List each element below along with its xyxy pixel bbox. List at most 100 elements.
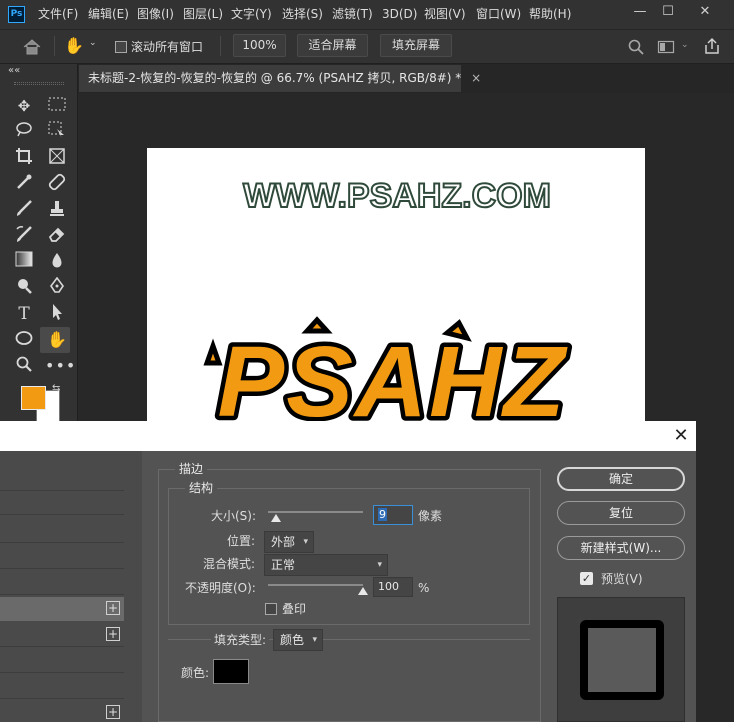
hand-tool-icon[interactable]: ✋ [45, 329, 69, 351]
chevron-down-icon[interactable]: ⌄ [681, 40, 689, 50]
list-item[interactable] [0, 649, 124, 673]
home-icon[interactable] [22, 38, 42, 56]
marquee-tool-icon[interactable] [45, 95, 69, 117]
menu-view[interactable]: 视图(V) [424, 0, 466, 29]
list-item[interactable] [0, 491, 124, 515]
document-canvas[interactable]: WWW.PSAHZ.COM PSAHZ [147, 148, 645, 433]
style-preview [557, 597, 685, 722]
photoshop-logo: Ps [8, 6, 25, 23]
gradient-tool-icon[interactable] [12, 251, 36, 273]
size-slider-track[interactable] [268, 511, 363, 513]
list-item[interactable] [0, 467, 124, 491]
list-item[interactable] [0, 675, 124, 699]
more-tools-icon[interactable]: ••• [45, 355, 75, 377]
list-item[interactable] [0, 519, 124, 543]
dodge-tool-icon[interactable] [12, 277, 36, 299]
structure-section-title: 结构 [185, 481, 218, 495]
size-input[interactable]: 9 [373, 505, 413, 525]
fill-screen-button[interactable]: 填充屏幕 [380, 34, 452, 57]
collapse-panel-icon[interactable]: «« [8, 65, 20, 76]
add-effect-button[interactable]: + [106, 627, 120, 641]
size-label: 大小(S): [211, 509, 257, 523]
fill-type-label: 填充类型: [211, 632, 270, 648]
stamp-tool-icon[interactable] [45, 199, 69, 221]
opacity-slider-track[interactable] [268, 584, 363, 586]
opacity-unit-label: % [418, 581, 430, 595]
history-brush-tool-icon[interactable] [12, 225, 36, 247]
document-tab[interactable]: 未标题-2-恢复的-恢复的-恢复的 @ 66.7% (PSAHZ 拷贝, RGB… [79, 65, 481, 92]
menu-file[interactable]: 文件(F) [38, 0, 78, 29]
divider [54, 36, 55, 56]
minimize-button[interactable]: — [625, 0, 655, 24]
path-select-tool-icon[interactable] [45, 303, 69, 325]
preview-checkbox[interactable]: ✓ [580, 572, 593, 585]
menu-edit[interactable]: 编辑(E) [88, 0, 129, 29]
hand-tool-icon[interactable]: ✋ [64, 36, 86, 56]
brush-tool-icon[interactable] [12, 199, 36, 221]
ok-button[interactable]: 确定 [557, 467, 685, 491]
eyedropper-tool-icon[interactable] [12, 173, 36, 195]
scroll-all-label: 滚动所有窗口 [131, 40, 204, 54]
document-tab-title: 未标题-2-恢复的-恢复的-恢复的 @ 66.7% (PSAHZ 拷贝, RGB… [88, 71, 462, 85]
maximize-button[interactable]: ☐ [653, 0, 683, 24]
opacity-label: 不透明度(O): [185, 581, 256, 595]
menu-type[interactable]: 文字(Y) [231, 0, 272, 29]
add-effect-button[interactable]: + [106, 705, 120, 719]
new-style-button[interactable]: 新建样式(W)... [557, 536, 685, 560]
swap-colors-icon[interactable]: ⇆ [52, 383, 60, 394]
stroke-color-swatch[interactable] [213, 659, 249, 684]
share-icon[interactable] [703, 37, 721, 55]
tab-close-icon[interactable]: × [471, 71, 481, 85]
search-icon[interactable] [627, 38, 645, 56]
fit-screen-button[interactable]: 适合屏幕 [297, 34, 368, 57]
overprint-label: 叠印 [282, 602, 307, 616]
preview-swatch [580, 620, 664, 700]
menu-image[interactable]: 图像(I) [137, 0, 174, 29]
crop-tool-icon[interactable] [12, 147, 36, 169]
panel-grip[interactable] [14, 82, 64, 85]
close-window-button[interactable]: ✕ [690, 0, 720, 24]
menu-filter[interactable]: 滤镜(T) [332, 0, 373, 29]
list-item[interactable] [0, 571, 124, 595]
position-label: 位置: [227, 534, 256, 548]
menu-help[interactable]: 帮助(H) [529, 0, 571, 29]
add-effect-button[interactable]: + [106, 601, 120, 615]
eraser-tool-icon[interactable] [45, 225, 69, 247]
dialog-close-button[interactable]: ✕ [670, 425, 692, 447]
tools-panel [0, 64, 78, 434]
zoom-100-button[interactable]: 100% [233, 34, 286, 57]
move-tool-icon[interactable]: ✥ [12, 95, 36, 117]
object-select-tool-icon[interactable] [45, 121, 69, 143]
psahz-text: PSAHZ [218, 326, 569, 433]
overprint-checkbox[interactable] [265, 603, 277, 615]
blend-mode-label: 混合模式: [203, 557, 256, 571]
blend-mode-select[interactable]: 正常 ▾ [264, 554, 388, 576]
menu-3d[interactable]: 3D(D) [382, 0, 417, 29]
list-item[interactable] [0, 545, 124, 569]
healing-brush-tool-icon[interactable] [45, 173, 69, 195]
pen-tool-icon[interactable] [45, 276, 69, 299]
size-slider-handle[interactable] [271, 514, 281, 522]
blur-tool-icon[interactable] [45, 251, 69, 273]
dialog-title-bar[interactable] [0, 421, 696, 451]
position-select[interactable]: 外部 ▾ [264, 531, 314, 553]
chevron-down-icon: ▾ [377, 560, 382, 570]
menu-window[interactable]: 窗口(W) [476, 0, 521, 29]
opacity-slider-handle[interactable] [358, 587, 368, 595]
reset-button[interactable]: 复位 [557, 501, 685, 525]
lasso-tool-icon[interactable] [12, 121, 36, 143]
fill-type-select[interactable]: 颜色 ▾ [273, 629, 323, 651]
frame-tool-icon[interactable] [45, 147, 69, 169]
zoom-tool-icon[interactable] [12, 355, 36, 377]
type-tool-icon[interactable]: T [12, 303, 36, 325]
menu-select[interactable]: 选择(S) [282, 0, 323, 29]
chevron-down-icon: ▾ [303, 537, 308, 547]
ellipse-tool-icon[interactable] [12, 329, 36, 351]
divider [220, 36, 221, 56]
opacity-input[interactable]: 100 [373, 577, 413, 597]
workspace-icon[interactable] [657, 39, 677, 55]
foreground-color-swatch[interactable] [21, 386, 46, 410]
chevron-down-icon[interactable]: ⌄ [89, 38, 97, 48]
scroll-all-checkbox[interactable] [115, 41, 127, 53]
menu-layer[interactable]: 图层(L) [183, 0, 223, 29]
